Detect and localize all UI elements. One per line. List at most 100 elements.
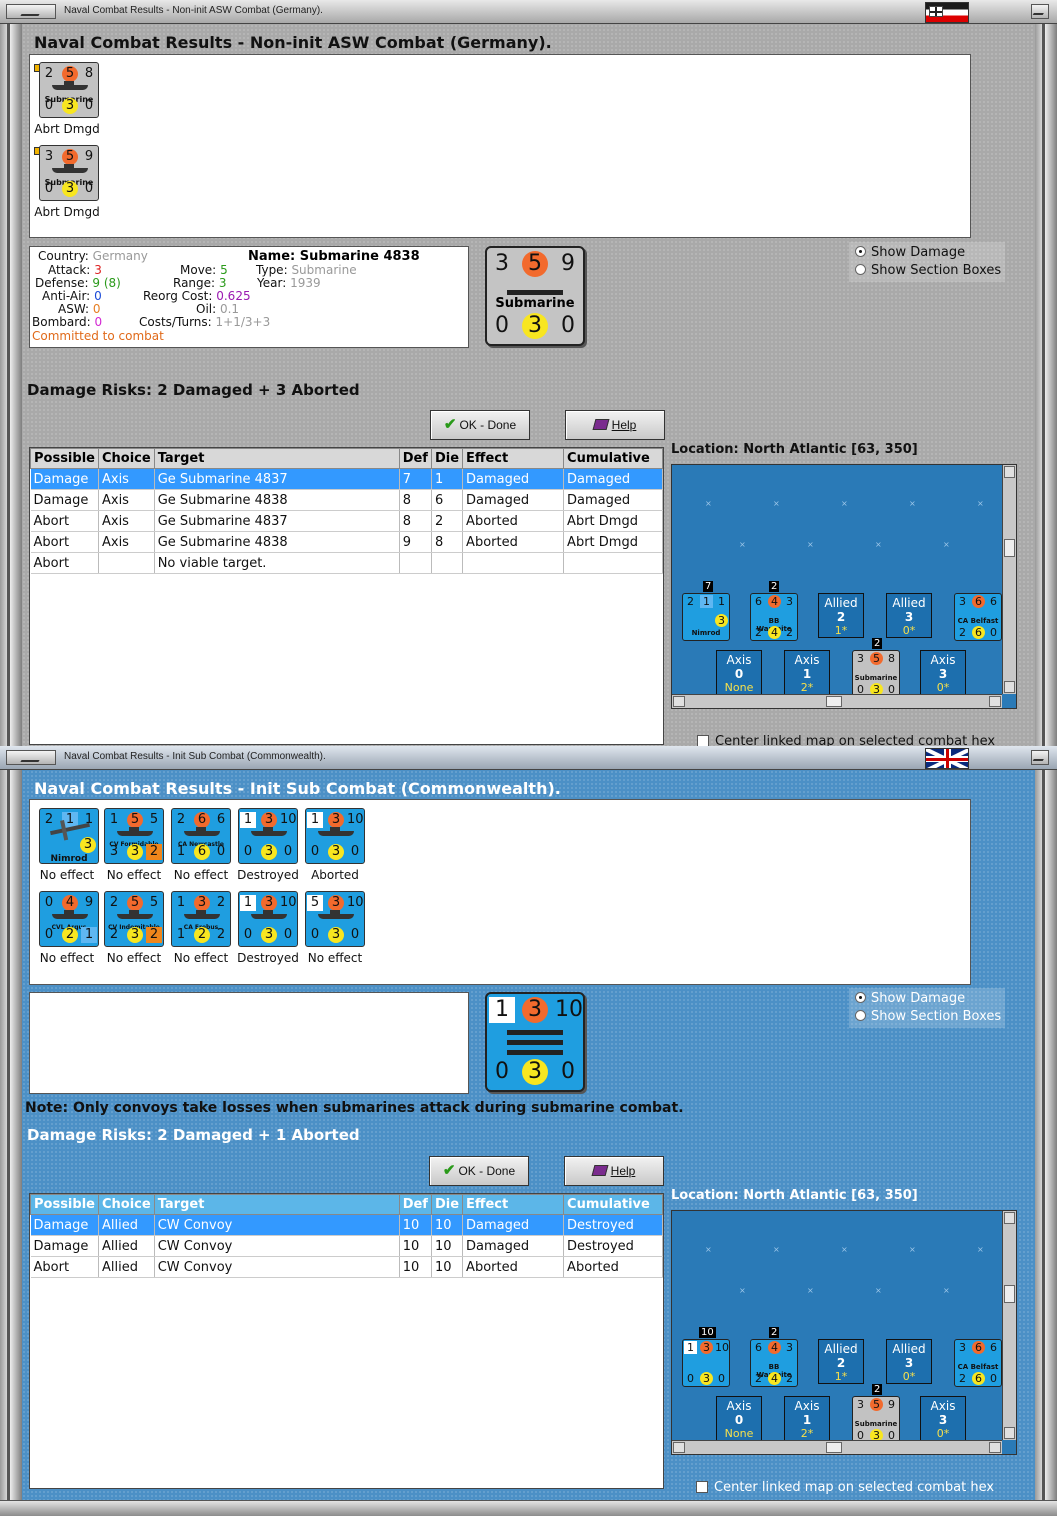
minimize-button[interactable] bbox=[1031, 4, 1049, 19]
table-row[interactable]: Abort No viable target. bbox=[30, 552, 663, 574]
convoy-map-counter[interactable]: 1 3 10 0 3 0 bbox=[682, 1339, 730, 1387]
nimrod-map-counter[interactable]: 2 1 1 3 Nimrod bbox=[682, 593, 730, 641]
ok-done-button[interactable]: ✔ OK - Done bbox=[429, 1156, 529, 1186]
nimrod-counter[interactable]: 211 3 Nimrod bbox=[39, 808, 99, 864]
unit-result[interactable]: 258 Submarine 030 Abrt Dmgd bbox=[32, 58, 102, 136]
column-header[interactable]: Possible bbox=[30, 448, 99, 469]
scroll-up-arrow-icon[interactable] bbox=[1004, 466, 1015, 478]
column-header[interactable]: Cumulative bbox=[563, 448, 663, 469]
unit-result[interactable]: 1 3 10 030 Aborted bbox=[300, 806, 370, 882]
unit-result[interactable]: 132 CA Erebus 122 No effect bbox=[166, 889, 236, 965]
table-row[interactable]: Abort Axis Ge Submarine 4838 9 8 Aborted Abrt … bbox=[30, 531, 663, 553]
submarine-map-counter[interactable]: 3 5 9 Submarine 0 3 0 bbox=[852, 1396, 900, 1444]
map-vertical-scrollbar[interactable] bbox=[1002, 1211, 1016, 1440]
column-header[interactable]: Effect bbox=[462, 1194, 565, 1215]
scroll-right-arrow-icon[interactable] bbox=[989, 696, 1001, 707]
axis-section-box[interactable]: Axis 1 2* bbox=[784, 1396, 830, 1441]
minimize-button[interactable] bbox=[1031, 750, 1049, 765]
center-linked-map-checkbox[interactable]: Center linked map on selected combat hex bbox=[697, 734, 995, 746]
column-header[interactable]: Target bbox=[153, 1194, 400, 1215]
show-damage-radio[interactable]: Show Damage bbox=[855, 991, 965, 1006]
scroll-down-arrow-icon[interactable] bbox=[1004, 1427, 1015, 1439]
warspite-map-counter[interactable]: 6 4 3 BB Warspite 2 4 2 bbox=[750, 593, 798, 641]
column-header[interactable]: Effect bbox=[462, 448, 565, 469]
scroll-up-arrow-icon[interactable] bbox=[1004, 1212, 1015, 1224]
scroll-thumb[interactable] bbox=[826, 696, 842, 707]
convoy-counter[interactable]: 1 3 10 030 bbox=[305, 808, 365, 864]
unit-result[interactable]: 266 CA Newcastle 160 No effect bbox=[166, 806, 236, 882]
column-header[interactable]: Choice bbox=[97, 448, 155, 469]
show-section-boxes-radio[interactable]: Show Section Boxes bbox=[855, 263, 1001, 278]
show-damage-radio[interactable]: Show Damage bbox=[855, 245, 965, 260]
newcastle-counter[interactable]: 266 CA Newcastle 160 bbox=[171, 808, 231, 864]
belfast-map-counter[interactable]: 3 6 6 CA Belfast 2 6 0 bbox=[954, 593, 1002, 641]
axis-section-box[interactable]: Axis 3 0* bbox=[920, 1396, 966, 1441]
column-header[interactable]: Target bbox=[153, 448, 400, 469]
unit-result[interactable]: 1 3 10 030 Destroyed bbox=[233, 889, 303, 965]
allied-section-box[interactable]: Allied 2 1* bbox=[818, 1339, 864, 1384]
axis-section-box[interactable]: Axis 3 0* bbox=[920, 650, 966, 695]
scroll-thumb[interactable] bbox=[826, 1442, 842, 1453]
sea-area-map[interactable]: × × × × × × × × × 7 2 1 1 3 Nimrod 2 6 4… bbox=[671, 464, 1017, 709]
sea-area-map[interactable]: × × × × × × × × × 10 1 3 10 0 3 0 2 6 4 … bbox=[671, 1210, 1017, 1455]
indomitable-counter[interactable]: 255 CV Indomitable 232 bbox=[104, 891, 164, 947]
axis-section-box[interactable]: Axis 0 None bbox=[716, 1396, 762, 1441]
column-header[interactable]: Choice bbox=[97, 1194, 155, 1215]
title-bar[interactable]: Naval Combat Results - Init Sub Combat (… bbox=[0, 746, 1057, 770]
warspite-map-counter[interactable]: 6 4 3 BB Warspite 2 4 2 bbox=[750, 1339, 798, 1387]
scroll-down-arrow-icon[interactable] bbox=[1004, 681, 1015, 693]
column-header[interactable]: Cumulative bbox=[563, 1194, 663, 1215]
table-row[interactable]: Damage Axis Ge Submarine 4837 7 1 Damaged Dama… bbox=[30, 468, 663, 490]
erebus-counter[interactable]: 132 CA Erebus 122 bbox=[171, 891, 231, 947]
unit-result[interactable]: 049 CVL Argus 021 No effect bbox=[32, 889, 102, 965]
scroll-right-arrow-icon[interactable] bbox=[989, 1442, 1001, 1453]
column-header[interactable]: Def bbox=[398, 1194, 432, 1215]
argus-counter[interactable]: 049 CVL Argus 021 bbox=[39, 891, 99, 947]
table-row[interactable]: Damage Allied CW Convoy 10 10 Damaged Destroye… bbox=[30, 1235, 663, 1257]
convoy-counter[interactable]: 5 3 10 030 bbox=[305, 891, 365, 947]
help-button[interactable]: Help bbox=[565, 410, 665, 440]
column-header[interactable]: Die bbox=[430, 448, 464, 469]
convoy-counter[interactable]: 1 3 10 030 bbox=[238, 891, 298, 947]
help-button[interactable]: Help bbox=[564, 1156, 664, 1186]
ok-done-button[interactable]: ✔ OK - Done bbox=[430, 410, 530, 440]
system-menu-button[interactable] bbox=[6, 750, 56, 765]
convoy-counter[interactable]: 1 3 10 030 bbox=[238, 808, 298, 864]
unit-result[interactable]: 155 CV Formidable 332 No effect bbox=[99, 806, 169, 882]
scroll-left-arrow-icon[interactable] bbox=[673, 1442, 685, 1453]
combat-results-table[interactable]: Possible Choice Target Def Die Effect Cu… bbox=[29, 1193, 664, 1489]
table-row[interactable]: Damage Axis Ge Submarine 4838 8 6 Damaged Dama… bbox=[30, 489, 663, 511]
column-header[interactable]: Die bbox=[430, 1194, 464, 1215]
submarine-counter[interactable]: 359 Submarine 030 bbox=[39, 145, 99, 201]
map-vertical-scrollbar[interactable] bbox=[1002, 465, 1016, 694]
table-row[interactable]: Damage Allied CW Convoy 10 10 Damaged Destroye… bbox=[30, 1214, 663, 1236]
table-row[interactable]: Abort Allied CW Convoy 10 10 Aborted Aborted bbox=[30, 1256, 663, 1278]
column-header[interactable]: Def bbox=[398, 448, 432, 469]
show-section-boxes-radio[interactable]: Show Section Boxes bbox=[855, 1009, 1001, 1024]
map-horizontal-scrollbar[interactable] bbox=[672, 1440, 1002, 1454]
allied-section-box[interactable]: Allied 2 1* bbox=[818, 593, 864, 638]
submarine-counter[interactable]: 258 Submarine 030 bbox=[39, 62, 99, 118]
column-header[interactable]: Possible bbox=[30, 1194, 99, 1215]
axis-section-box[interactable]: Axis 1 2* bbox=[784, 650, 830, 695]
scroll-thumb[interactable] bbox=[1004, 539, 1015, 557]
belfast-map-counter[interactable]: 3 6 6 CA Belfast 2 6 0 bbox=[954, 1339, 1002, 1387]
unit-result[interactable]: 211 3 Nimrod No effect bbox=[32, 806, 102, 882]
submarine-map-counter[interactable]: 3 5 8 Submarine 0 3 0 bbox=[852, 650, 900, 698]
center-linked-map-checkbox[interactable]: Center linked map on selected combat hex bbox=[696, 1480, 994, 1495]
scroll-thumb[interactable] bbox=[1004, 1285, 1015, 1303]
unit-result[interactable]: 359 Submarine 030 Abrt Dmgd bbox=[32, 141, 102, 219]
title-bar[interactable]: Naval Combat Results - Non-init ASW Comb… bbox=[0, 0, 1057, 24]
allied-section-box[interactable]: Allied 3 0* bbox=[886, 1339, 932, 1384]
formidable-counter[interactable]: 155 CV Formidable 332 bbox=[104, 808, 164, 864]
unit-result[interactable]: 255 CV Indomitable 232 No effect bbox=[99, 889, 169, 965]
unit-result[interactable]: 1 3 10 030 Destroyed bbox=[233, 806, 303, 882]
scroll-left-arrow-icon[interactable] bbox=[673, 696, 685, 707]
system-menu-button[interactable] bbox=[6, 4, 56, 19]
map-horizontal-scrollbar[interactable] bbox=[672, 694, 1002, 708]
unit-result[interactable]: 5 3 10 030 No effect bbox=[300, 889, 370, 965]
table-row[interactable]: Abort Axis Ge Submarine 4837 8 2 Aborted Abrt … bbox=[30, 510, 663, 532]
allied-section-box[interactable]: Allied 3 0* bbox=[886, 593, 932, 638]
axis-section-box[interactable]: Axis 0 None bbox=[716, 650, 762, 695]
combat-results-table[interactable]: Possible Choice Target Def Die Effect Cu… bbox=[29, 447, 664, 745]
